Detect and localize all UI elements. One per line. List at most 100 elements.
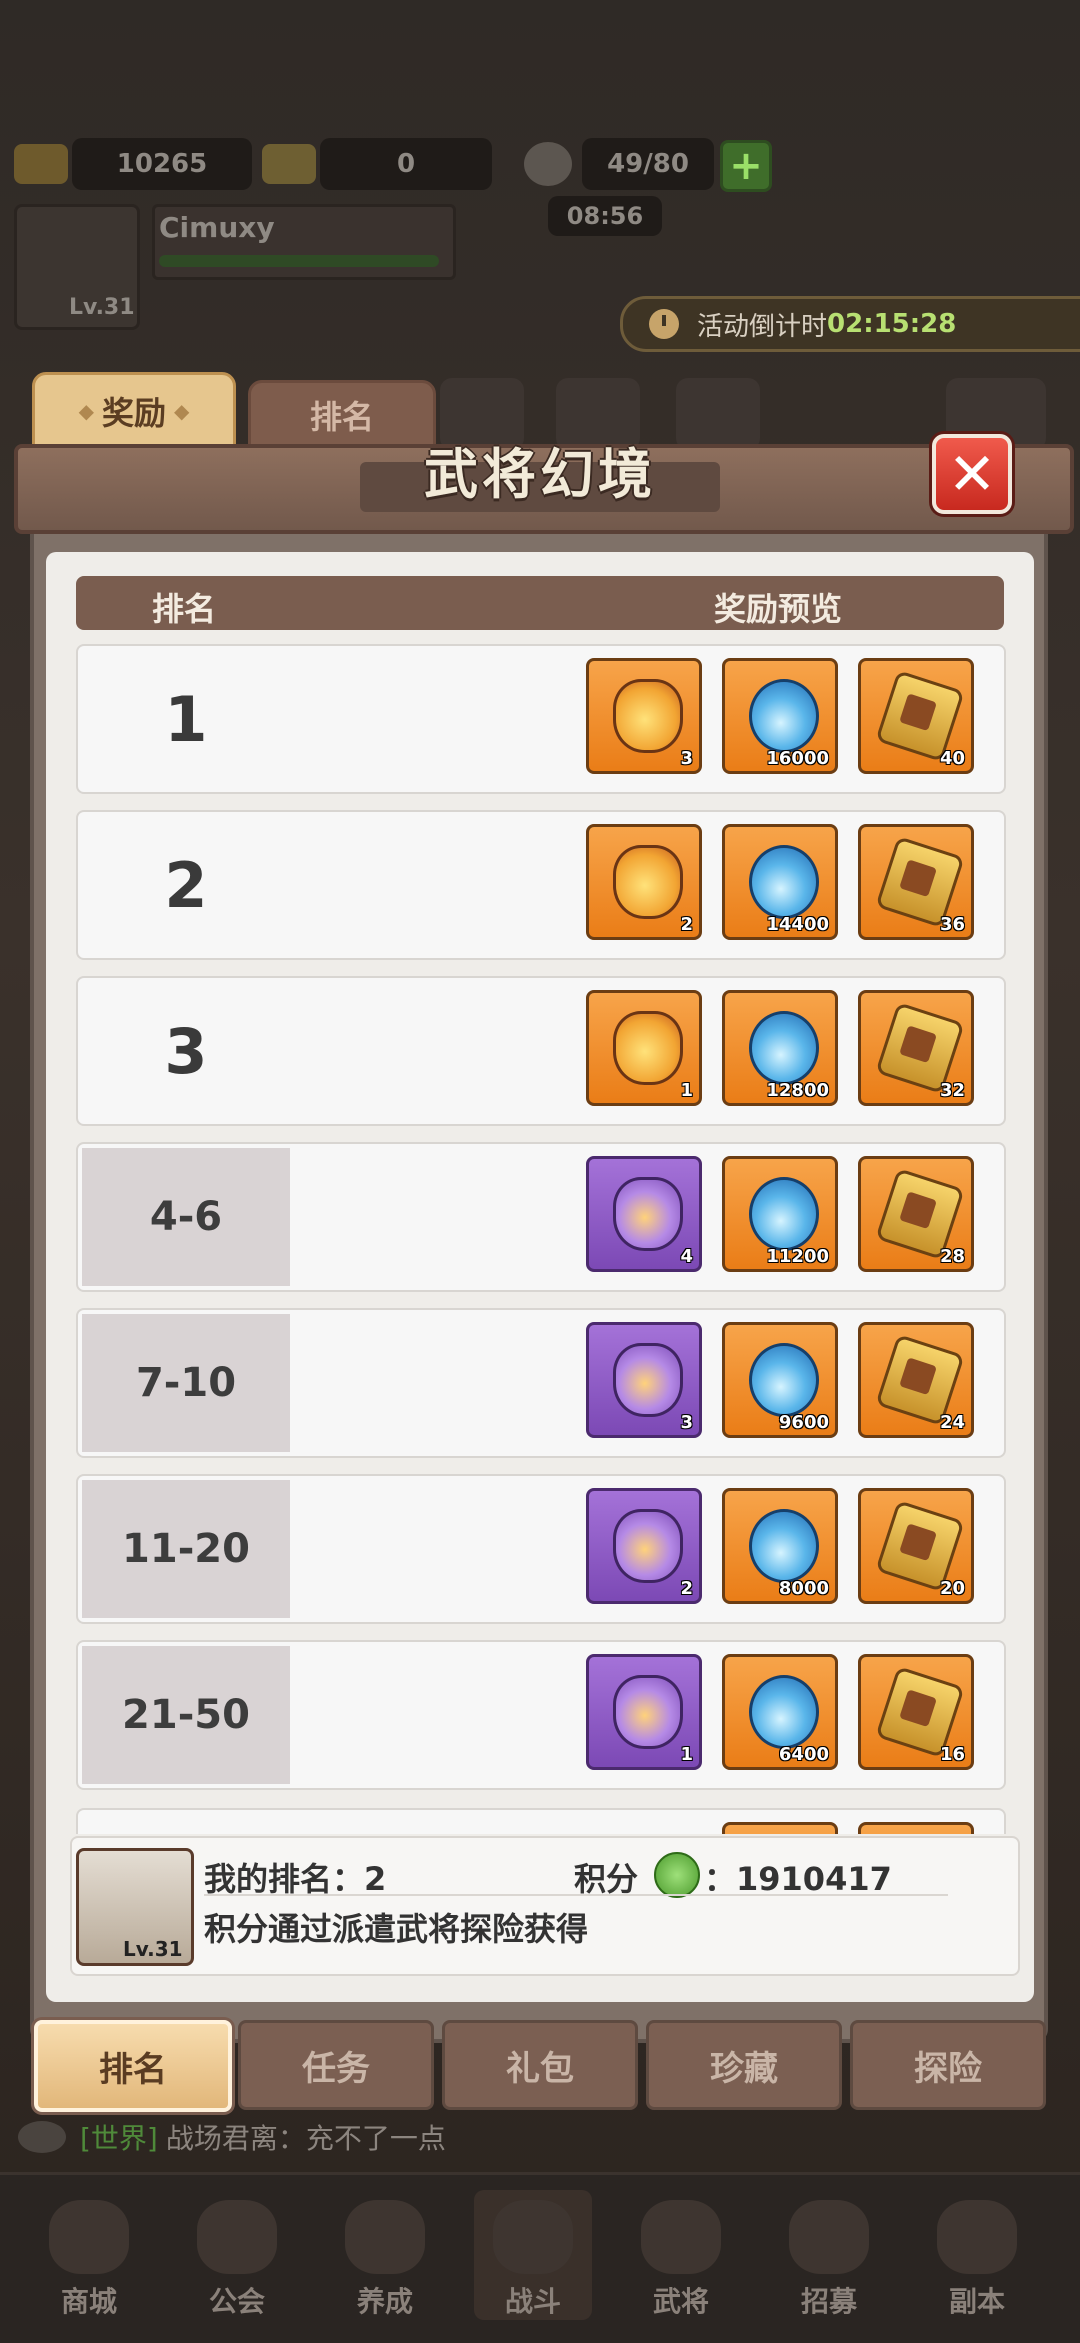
flame-item[interactable] [722, 1822, 838, 1834]
tab-reward[interactable]: ◆ 奖励 ◆ [32, 372, 236, 450]
my-avatar: Lv.31 [76, 1848, 194, 1966]
countdown-label: 活动倒计时 [697, 311, 828, 342]
ticket-resource: 0 [262, 138, 492, 190]
chat-icon [18, 2121, 66, 2153]
nav-item[interactable]: 商城 [30, 2190, 148, 2320]
rank-label: 4-6 [82, 1148, 290, 1286]
item-qty: 20 [939, 1578, 965, 1599]
bottom-tab[interactable]: 排名 [34, 2020, 232, 2112]
bottom-tab[interactable]: 任务 [238, 2020, 434, 2110]
nav-icon [789, 2200, 869, 2274]
token-item[interactable]: 36 [858, 824, 974, 940]
item-qty: 24 [939, 1412, 965, 1433]
nav-label: 公会 [208, 2285, 265, 2318]
item-qty: 12800 [766, 1080, 829, 1101]
bag-icon [613, 1509, 683, 1583]
ticket-value: 0 [320, 138, 492, 190]
player-avatar[interactable]: Lv.31 [14, 204, 140, 330]
countdown-value: 02:15:28 [827, 309, 957, 339]
nav-item[interactable]: 战斗 [474, 2190, 592, 2320]
score-icon [654, 1852, 700, 1898]
flame-item[interactable]: 12800 [722, 990, 838, 1106]
add-stamina-button[interactable]: + [720, 140, 772, 192]
nav-label: 招募 [800, 2285, 857, 2318]
bottom-tab[interactable]: 礼包 [442, 2020, 638, 2110]
player-name: Cimuxy [159, 211, 275, 244]
reward-row: 11-20 2 8000 20 [76, 1474, 1006, 1624]
stamina-resource: 49/80 + [524, 138, 772, 192]
nav-icon [937, 2200, 1017, 2274]
token-item[interactable]: 24 [858, 1322, 974, 1438]
item-qty: 40 [939, 748, 965, 769]
close-icon: ✕ [947, 440, 997, 508]
nav-icon [641, 2200, 721, 2274]
my-level: Lv.31 [123, 1937, 183, 1961]
column-rank: 排名 [152, 590, 217, 628]
bag-item[interactable]: 3 [586, 1322, 702, 1438]
item-qty: 14400 [766, 914, 829, 935]
nav-label: 副本 [948, 2285, 1005, 2318]
nav-icon [493, 2200, 573, 2274]
rank-label: 21-50 [82, 1646, 290, 1784]
flame-item[interactable]: 16000 [722, 658, 838, 774]
bag-icon [613, 1675, 683, 1749]
bag-item[interactable]: 2 [586, 1488, 702, 1604]
flame-icon [749, 679, 819, 753]
item-qty: 6400 [778, 1744, 829, 1765]
bag-item[interactable]: 2 [586, 824, 702, 940]
bag-icon [613, 1177, 683, 1251]
bottom-tab[interactable]: 探险 [850, 2020, 1046, 2110]
nav-icon [345, 2200, 425, 2274]
bottom-tab[interactable]: 珍藏 [646, 2020, 842, 2110]
item-qty: 2 [680, 914, 693, 935]
player-level: Lv.31 [69, 295, 135, 320]
bag-item[interactable]: 4 [586, 1156, 702, 1272]
token-item[interactable]: 32 [858, 990, 974, 1106]
token-item[interactable]: 40 [858, 658, 974, 774]
token-item[interactable]: 20 [858, 1488, 974, 1604]
nav-icon [49, 2200, 129, 2274]
flame-icon [749, 1675, 819, 1749]
nav-label: 武将 [652, 2285, 709, 2318]
flame-icon [749, 1011, 819, 1085]
bag-item[interactable]: 1 [586, 990, 702, 1106]
nav-item[interactable]: 养成 [326, 2190, 444, 2320]
reward-row: 4-6 4 11200 28 [76, 1142, 1006, 1292]
flame-item[interactable]: 8000 [722, 1488, 838, 1604]
item-qty: 16000 [766, 748, 829, 769]
flame-item[interactable]: 9600 [722, 1322, 838, 1438]
player-info: Cimuxy [152, 204, 456, 280]
column-reward: 奖励预览 [714, 590, 843, 628]
nav-item[interactable]: 副本 [918, 2190, 1036, 2320]
nav-item[interactable]: 招募 [770, 2190, 888, 2320]
flame-item[interactable]: 11200 [722, 1156, 838, 1272]
bag-item[interactable]: 3 [586, 658, 702, 774]
diamond-icon: ◆ [174, 399, 190, 423]
nav-label: 养成 [356, 2285, 413, 2318]
item-qty: 3 [680, 1412, 693, 1433]
nav-label: 战斗 [504, 2285, 561, 2318]
flame-item[interactable]: 14400 [722, 824, 838, 940]
rank-label: 7-10 [82, 1314, 290, 1452]
bag-icon [613, 679, 683, 753]
bag-item[interactable]: 1 [586, 1654, 702, 1770]
world-chat[interactable]: [世界] 战场君离：充不了一点 [18, 2114, 1058, 2160]
reward-list[interactable]: 1 3 16000 40 2 2 14400 36 3 1 12800 32 4-6 4 11200 28 7-… [76, 644, 1006, 1834]
nav-icon [197, 2200, 277, 2274]
token-item[interactable]: 28 [858, 1156, 974, 1272]
reward-row: 7-10 3 9600 24 [76, 1308, 1006, 1458]
flame-icon [749, 1509, 819, 1583]
reward-row: 3 1 12800 32 [76, 976, 1006, 1126]
token-item[interactable]: 16 [858, 1654, 974, 1770]
gold-icon [14, 144, 68, 184]
divider [204, 1894, 948, 1896]
flame-item[interactable]: 6400 [722, 1654, 838, 1770]
nav-item[interactable]: 武将 [622, 2190, 740, 2320]
item-qty: 1 [680, 1744, 693, 1765]
close-button[interactable]: ✕ [932, 434, 1012, 514]
token-item[interactable] [858, 1822, 974, 1834]
rank-label: 2 [164, 848, 208, 922]
stamina-value: 49/80 [582, 138, 714, 190]
stamina-timer: 08:56 [548, 196, 662, 236]
nav-item[interactable]: 公会 [178, 2190, 296, 2320]
